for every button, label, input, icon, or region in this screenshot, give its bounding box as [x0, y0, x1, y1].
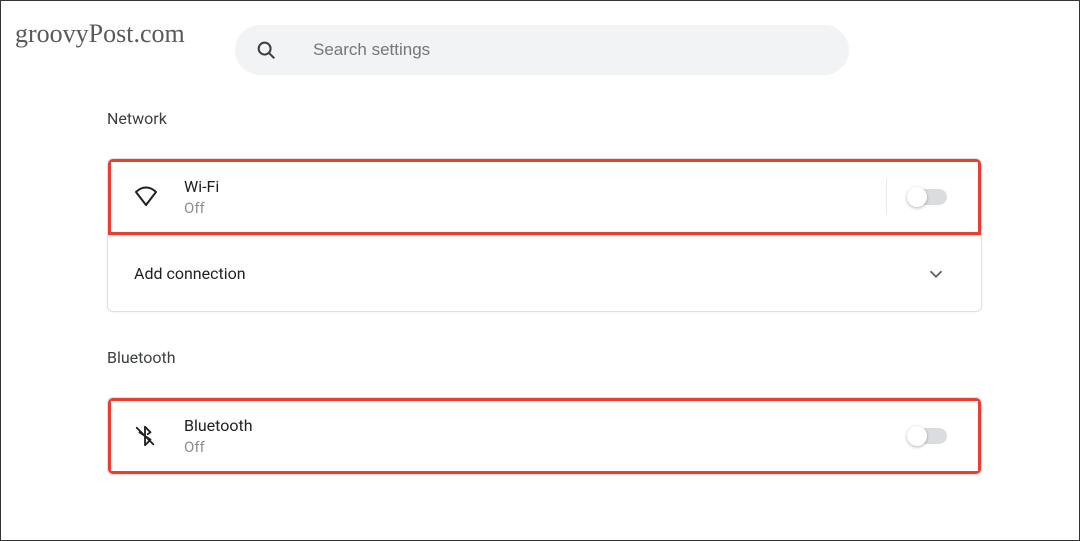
wifi-toggle[interactable]	[909, 189, 947, 205]
bluetooth-section-header: Bluetooth	[107, 348, 982, 367]
bluetooth-status: Off	[184, 437, 909, 457]
bluetooth-card: Bluetooth Off	[107, 397, 982, 475]
wifi-status: Off	[184, 198, 886, 218]
search-settings-bar[interactable]	[235, 25, 849, 75]
add-connection-row[interactable]: Add connection	[108, 235, 981, 311]
vertical-divider	[886, 179, 887, 215]
wifi-row[interactable]: Wi-Fi Off	[108, 159, 981, 235]
bluetooth-off-icon	[134, 425, 174, 447]
network-card: Wi-Fi Off Add connection	[107, 158, 982, 312]
bluetooth-label: Bluetooth	[184, 415, 909, 437]
watermark-text: groovyPost.com	[15, 19, 185, 49]
network-section-header: Network	[107, 109, 982, 128]
wifi-label: Wi-Fi	[184, 176, 886, 198]
chevron-down-icon	[925, 263, 947, 285]
search-icon	[255, 39, 277, 61]
bluetooth-toggle[interactable]	[909, 428, 947, 444]
bluetooth-row[interactable]: Bluetooth Off	[108, 398, 981, 474]
search-input[interactable]	[313, 40, 829, 60]
add-connection-label: Add connection	[134, 263, 925, 285]
wifi-icon	[134, 185, 174, 209]
